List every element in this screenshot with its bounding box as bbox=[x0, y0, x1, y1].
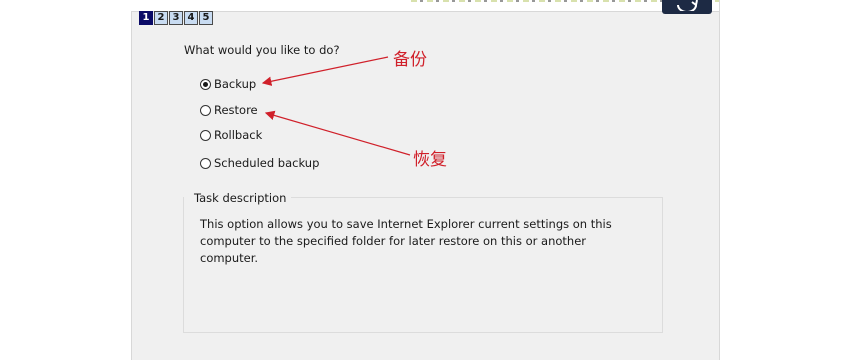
arrow-to-restore bbox=[264, 110, 411, 156]
annotation-arrows bbox=[261, 56, 411, 156]
arrow-to-backup bbox=[261, 56, 389, 86]
